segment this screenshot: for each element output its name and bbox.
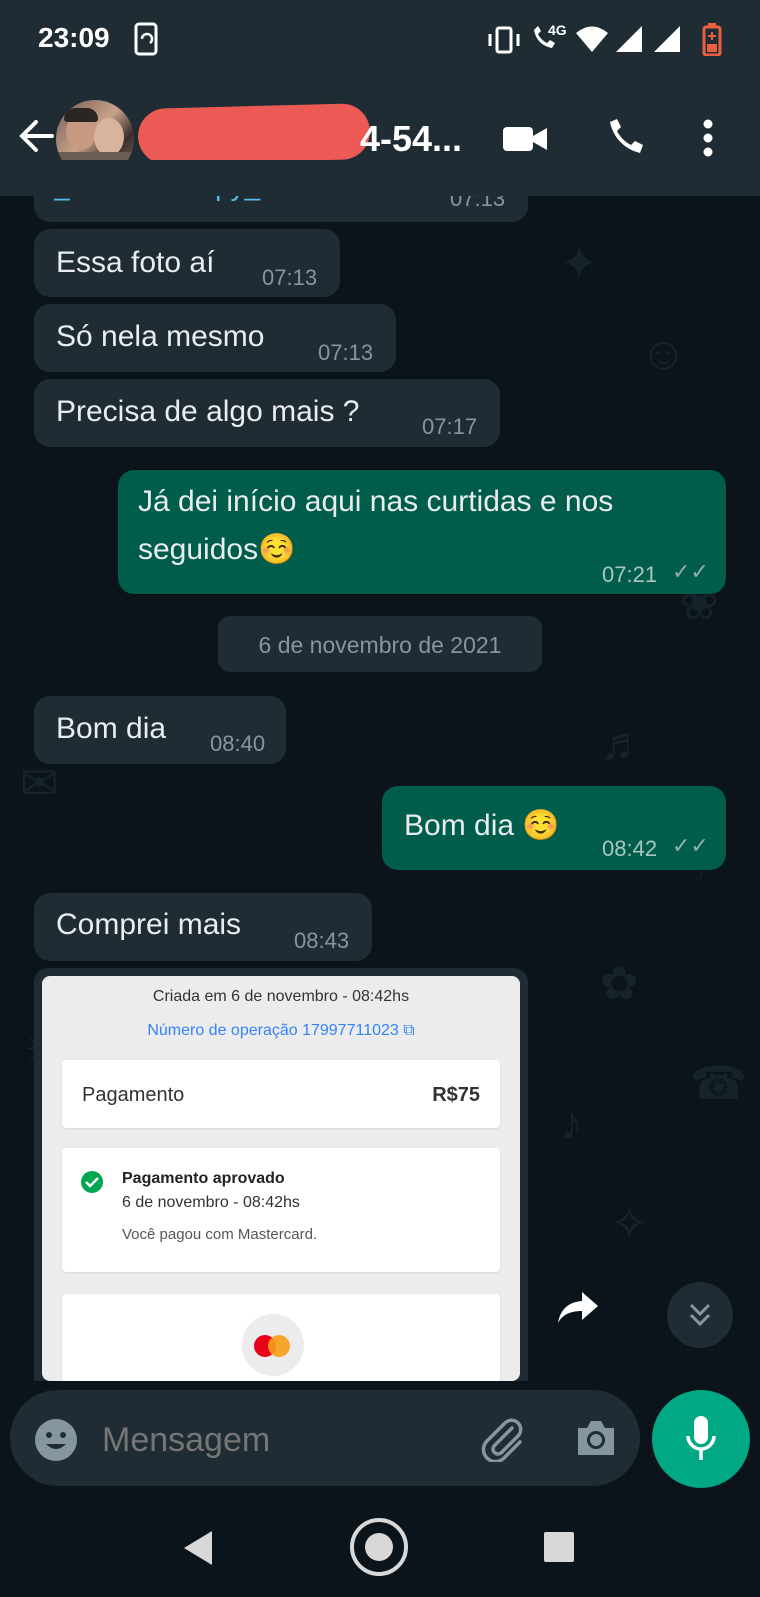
header-bottom-edge xyxy=(0,160,760,196)
attach-icon[interactable] xyxy=(478,1418,526,1462)
message-input[interactable] xyxy=(100,1412,444,1468)
status-time: 23:09 xyxy=(38,22,110,53)
approved-title: Pagamento aprovado xyxy=(122,1170,285,1187)
redacted-name xyxy=(137,102,371,166)
battery-icon xyxy=(702,23,722,56)
payment-value: R$75 xyxy=(432,1084,480,1106)
message-text: Comprei mais xyxy=(56,908,242,941)
paid-with: Você pagou com Mastercard. xyxy=(122,1226,318,1243)
scroll-down-icon xyxy=(689,1303,711,1327)
phone-icon[interactable] xyxy=(604,118,644,158)
scroll-down-button[interactable] xyxy=(667,1282,733,1348)
message-time: 08:40 xyxy=(210,731,266,756)
message-time: 08:42 xyxy=(602,836,658,861)
message-text: Essa foto aí xyxy=(56,246,215,279)
camera-icon[interactable] xyxy=(574,1418,618,1458)
contact-name[interactable]: 4-54... xyxy=(360,118,462,160)
message-text: Precisa de algo mais ? xyxy=(56,395,360,428)
check-circle-icon xyxy=(81,1171,103,1193)
approved-date: 6 de novembro - 08:42hs xyxy=(122,1194,300,1211)
receipt-operation: Número de operação 17997711023 ⧉ xyxy=(147,1022,415,1039)
read-ticks-icon: ✓✓ xyxy=(672,833,709,858)
emoji-icon[interactable] xyxy=(34,1418,78,1462)
screen-record-icon xyxy=(134,22,158,56)
signal-icon-2 xyxy=(654,26,680,52)
message-text: Bom dia ☺️ xyxy=(404,809,560,842)
message-text: Bom dia xyxy=(56,712,167,745)
mic-button[interactable] xyxy=(652,1390,750,1488)
nav-back-icon[interactable] xyxy=(180,1528,216,1568)
video-call-icon[interactable] xyxy=(502,124,548,154)
read-ticks-icon: ✓✓ xyxy=(672,559,709,584)
receipt-image[interactable]: Criada em 6 de novembro - 08:42hs Número… xyxy=(42,976,520,1381)
message-time: 07:13 xyxy=(318,340,374,365)
forward-icon[interactable] xyxy=(556,1290,600,1326)
mastercard-logo xyxy=(242,1314,304,1376)
more-vert-icon[interactable] xyxy=(702,118,714,158)
payment-label: Pagamento xyxy=(82,1084,185,1106)
network-type: 4G xyxy=(548,22,567,38)
signal-icon xyxy=(616,26,642,52)
message-time: 07:13 xyxy=(262,265,318,290)
payment-card: Pagamento R$75 xyxy=(62,1060,500,1128)
wifi-icon xyxy=(576,26,608,52)
nav-recents-icon[interactable] xyxy=(542,1530,576,1564)
card-info-card xyxy=(62,1294,500,1381)
message-text-line2: seguidos☺️ xyxy=(138,533,296,566)
mic-icon xyxy=(686,1416,716,1460)
vibrate-icon xyxy=(488,26,520,54)
message-text-line1: Já dei início aqui nas curtidas e nos xyxy=(138,485,614,518)
message-text: Só nela mesmo xyxy=(56,320,265,353)
receipt-created: Criada em 6 de novembro - 08:42hs xyxy=(152,988,410,1005)
message-time: 08:43 xyxy=(294,928,350,953)
approval-card: Pagamento aprovado 6 de novembro - 08:42… xyxy=(62,1148,500,1272)
nav-home-icon[interactable] xyxy=(348,1516,410,1578)
message-time: 07:17 xyxy=(422,414,478,439)
date-chip-text: 6 de novembro de 2021 xyxy=(258,632,502,658)
back-arrow-icon[interactable] xyxy=(18,118,54,154)
message-time: 07:21 xyxy=(602,562,658,587)
status-bar xyxy=(0,0,760,80)
